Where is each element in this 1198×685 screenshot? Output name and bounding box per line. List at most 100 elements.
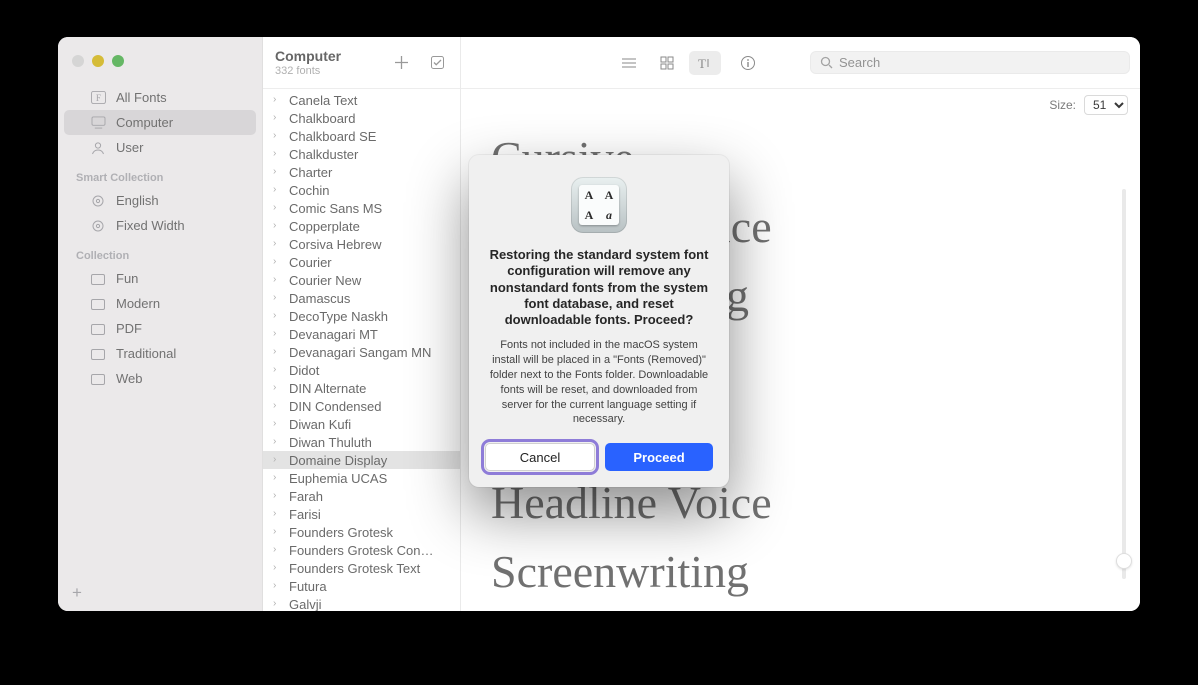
font-row[interactable]: ›Diwan Kufi <box>263 415 460 433</box>
font-row[interactable]: › Chalkboard <box>263 109 460 127</box>
font-name: Didot <box>289 363 319 378</box>
font-count: 332 fonts <box>275 65 341 77</box>
chevron-right-icon: › <box>273 113 281 123</box>
search-field[interactable] <box>810 51 1130 74</box>
font-row[interactable]: ›Damascus <box>263 289 460 307</box>
font-row[interactable]: ›Corsiva Hebrew <box>263 235 460 253</box>
font-row[interactable]: ›Copperplate <box>263 217 460 235</box>
sidebar-item-modern[interactable]: Modern <box>64 291 256 316</box>
window-controls <box>58 47 262 85</box>
font-name: Corsiva Hebrew <box>289 237 381 252</box>
font-name: Domaine Display <box>289 453 387 468</box>
chevron-right-icon: › <box>273 509 281 519</box>
font-row[interactable]: › Comic Sans MS <box>263 199 460 217</box>
sidebar-item-pdf[interactable]: PDF <box>64 316 256 341</box>
sidebar-item-label: PDF <box>116 321 142 336</box>
font-row[interactable]: › Charter <box>263 163 460 181</box>
cancel-button[interactable]: Cancel <box>485 443 595 471</box>
proceed-button[interactable]: Proceed <box>605 443 713 471</box>
chevron-right-icon: › <box>273 473 281 483</box>
sidebar-item-label: Web <box>116 371 143 386</box>
zoom-window-button[interactable] <box>112 55 124 67</box>
size-select[interactable]: 51 <box>1084 95 1128 115</box>
size-slider-knob[interactable] <box>1116 553 1132 569</box>
sidebar-item-traditional[interactable]: Traditional <box>64 341 256 366</box>
font-name: Charter <box>289 165 332 180</box>
svg-text:T: T <box>698 56 706 70</box>
svg-text:F: F <box>95 94 100 104</box>
font-name: Diwan Thuluth <box>289 435 372 450</box>
font-row[interactable]: ›Founders Grotesk Text <box>263 559 460 577</box>
view-sample-button[interactable] <box>613 51 645 75</box>
preview-line: Screenwriting <box>491 537 1110 606</box>
sidebar-item-computer[interactable]: Computer <box>64 110 256 135</box>
size-slider-track[interactable] <box>1122 189 1126 579</box>
font-name: Chalkduster <box>289 147 358 162</box>
chevron-right-icon: › <box>273 329 281 339</box>
font-row[interactable]: ›Cochin <box>263 181 460 199</box>
font-name: Devanagari Sangam MN <box>289 345 431 360</box>
user-icon <box>90 141 106 155</box>
font-row[interactable]: ›Founders Grotesk <box>263 523 460 541</box>
chevron-right-icon: › <box>273 203 281 213</box>
validate-button[interactable] <box>426 52 448 74</box>
gear-icon <box>90 194 106 208</box>
preview-toolbar: T <box>461 37 1140 89</box>
font-row[interactable]: ›DIN Alternate <box>263 379 460 397</box>
font-row[interactable]: › Euphemia UCAS <box>263 469 460 487</box>
minimize-window-button[interactable] <box>92 55 104 67</box>
chevron-right-icon: › <box>273 167 281 177</box>
collection-icon <box>90 297 106 311</box>
font-row[interactable]: ›Galvji <box>263 595 460 611</box>
add-font-button[interactable] <box>390 52 412 74</box>
font-name: DIN Alternate <box>289 381 366 396</box>
sidebar-item-user[interactable]: User <box>64 135 256 160</box>
font-row[interactable]: ›Chalkboard SE <box>263 127 460 145</box>
font-row[interactable]: ›Farah <box>263 487 460 505</box>
font-row[interactable]: ›DIN Condensed <box>263 397 460 415</box>
sidebar-item-label: All Fonts <box>116 90 167 105</box>
font-row[interactable]: ›Founders Grotesk Con… <box>263 541 460 559</box>
font-row[interactable]: › Didot <box>263 361 460 379</box>
font-row[interactable]: ›Canela Text <box>263 91 460 109</box>
font-name: Farisi <box>289 507 321 522</box>
sidebar-item-web[interactable]: Web <box>64 366 256 391</box>
font-row[interactable]: ›Chalkduster <box>263 145 460 163</box>
sidebar-item-fixed-width[interactable]: Fixed Width <box>64 213 256 238</box>
font-row[interactable]: ›Courier New <box>263 271 460 289</box>
chevron-right-icon: › <box>273 365 281 375</box>
sidebar-item-english[interactable]: English <box>64 188 256 213</box>
view-custom-button[interactable]: T <box>689 51 721 75</box>
search-input[interactable] <box>839 55 1120 70</box>
font-name: Courier New <box>289 273 361 288</box>
font-list[interactable]: ›Canela Text›Chalkboard›Chalkboard SE›Ch… <box>263 89 460 611</box>
font-name: Canela Text <box>289 93 357 108</box>
font-row[interactable]: › Devanagari MT <box>263 325 460 343</box>
font-row[interactable]: ›Futura <box>263 577 460 595</box>
sidebar-item-label: Fun <box>116 271 138 286</box>
add-collection-button[interactable]: + <box>72 583 82 603</box>
font-name: Devanagari MT <box>289 327 378 342</box>
sidebar: F All Fonts Computer User Smart Collecti… <box>58 37 263 611</box>
sidebar-item-fun[interactable]: Fun <box>64 266 256 291</box>
font-row[interactable]: ›Diwan Thuluth <box>263 433 460 451</box>
font-row[interactable]: ›Courier <box>263 253 460 271</box>
font-row[interactable]: › Farisi <box>263 505 460 523</box>
font-row[interactable]: ›DecoType Naskh <box>263 307 460 325</box>
sidebar-item-all-fonts[interactable]: F All Fonts <box>64 85 256 110</box>
font-name: Diwan Kufi <box>289 417 351 432</box>
chevron-right-icon: › <box>273 545 281 555</box>
chevron-right-icon: › <box>273 131 281 141</box>
font-row[interactable]: ›Devanagari Sangam MN <box>263 343 460 361</box>
view-grid-button[interactable] <box>651 51 683 75</box>
font-row[interactable]: ›Domaine Display <box>263 451 460 469</box>
dialog-body: Fonts not included in the macOS system i… <box>485 338 713 427</box>
font-name: Comic Sans MS <box>289 201 382 216</box>
font-name: Courier <box>289 255 332 270</box>
font-list-panel: Computer 332 fonts ›Canela Text›Chalkboa… <box>263 37 461 611</box>
info-button[interactable] <box>733 51 763 75</box>
close-window-button[interactable] <box>72 55 84 67</box>
font-name: Euphemia UCAS <box>289 471 387 486</box>
dialog-title: Restoring the standard system font confi… <box>485 247 713 328</box>
font-name: Chalkboard <box>289 111 356 126</box>
